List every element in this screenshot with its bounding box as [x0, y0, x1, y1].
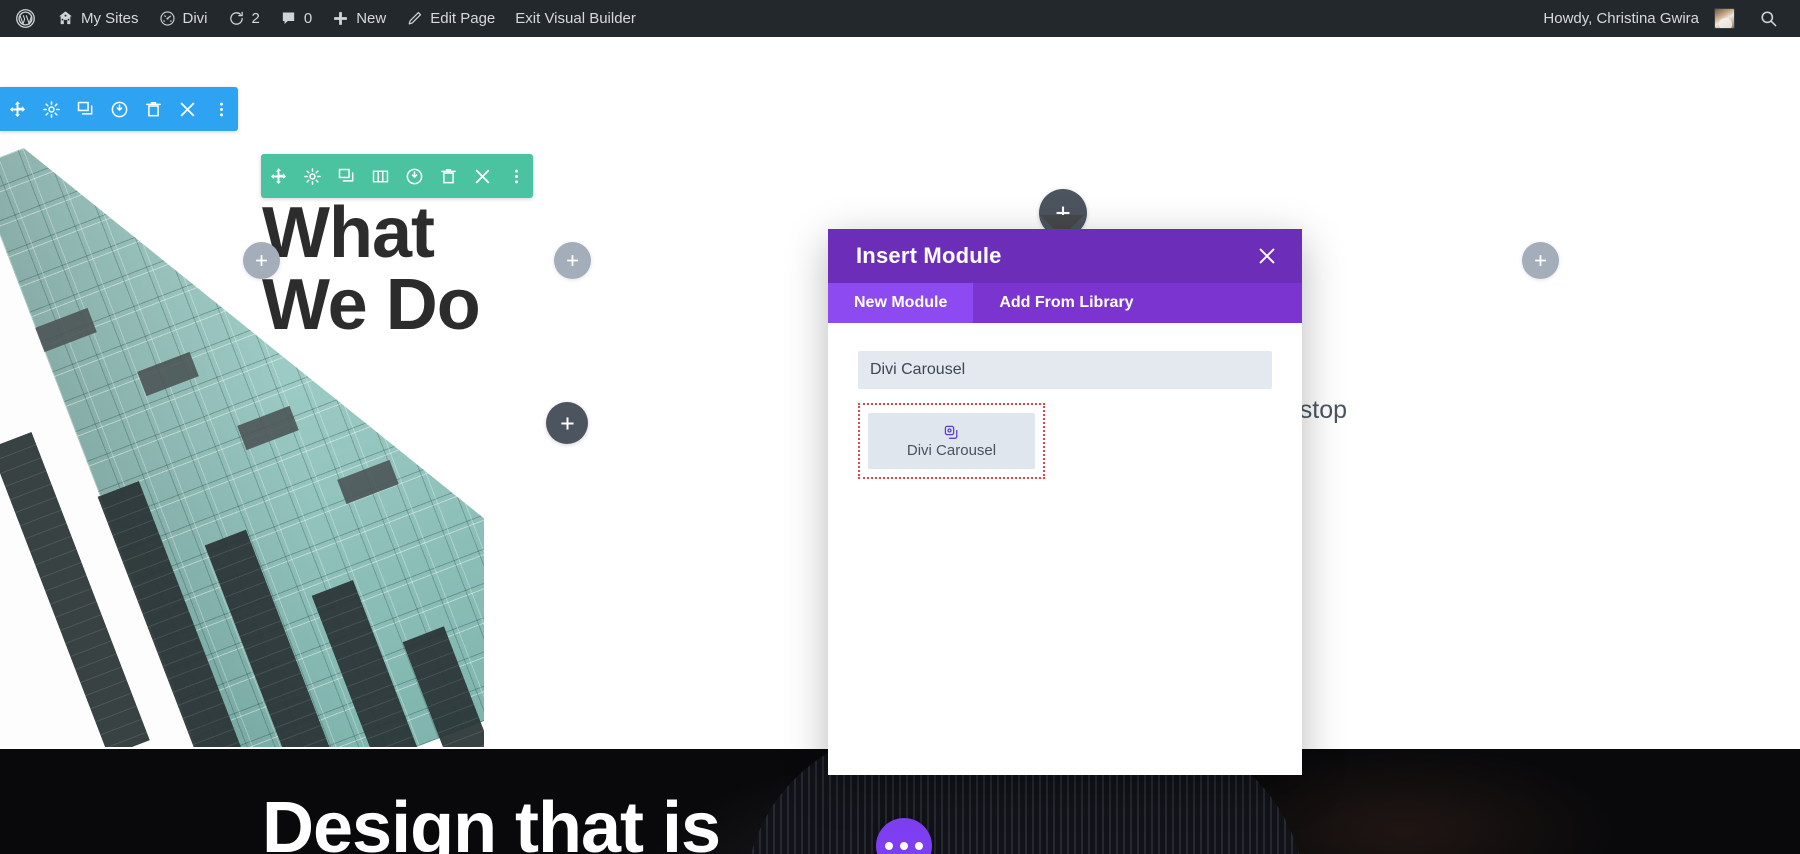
row-duplicate-icon[interactable] — [329, 154, 363, 198]
visual-builder-canvas: What We Do nd we’ll never stop esult — [0, 37, 1800, 854]
ellipsis-icon — [885, 842, 893, 850]
admin-bar-item-edit-page[interactable]: Edit Page — [396, 0, 505, 37]
section-close-icon[interactable] — [170, 87, 204, 131]
admin-bar-label: Exit Visual Builder — [515, 10, 636, 27]
module-card-divi-carousel[interactable]: Divi Carousel — [868, 413, 1035, 469]
section-trash-icon[interactable] — [136, 87, 170, 131]
divi-speedometer-icon — [159, 10, 176, 27]
module-card-selected-outline: Divi Carousel — [858, 403, 1045, 479]
screen: My Sites Divi 2 0 New Edit Page Exit Vis… — [0, 0, 1800, 854]
admin-bar-item-new[interactable]: New — [322, 0, 396, 37]
ellipsis-icon — [900, 842, 908, 850]
add-module-right-button[interactable] — [1522, 242, 1559, 279]
plus-icon — [332, 10, 349, 27]
sites-icon — [57, 10, 74, 27]
search-input[interactable] — [858, 351, 1272, 389]
admin-bar-item-my-sites[interactable]: My Sites — [47, 0, 149, 37]
page-title: What We Do — [262, 193, 481, 345]
admin-bar-item-updates[interactable]: 2 — [218, 0, 270, 37]
admin-bar-label: New — [356, 10, 387, 27]
tab-add-from-library[interactable]: Add From Library — [973, 283, 1159, 323]
row-power-icon[interactable] — [397, 154, 431, 198]
divi-carousel-icon — [943, 423, 960, 441]
row-columns-icon[interactable] — [363, 154, 397, 198]
comments-icon — [280, 10, 297, 27]
wordpress-logo-icon — [15, 8, 36, 29]
admin-bar-search-button[interactable] — [1745, 0, 1790, 37]
wordpress-logo-button[interactable] — [6, 0, 47, 37]
row-toolbar[interactable] — [261, 154, 533, 198]
section-move-icon[interactable] — [0, 87, 34, 131]
admin-bar-item-comments[interactable]: 0 — [270, 0, 322, 37]
module-card-label: Divi Carousel — [906, 442, 997, 459]
admin-bar-label: Edit Page — [430, 10, 496, 27]
section-gear-icon[interactable] — [34, 87, 68, 131]
row-close-icon[interactable] — [465, 154, 499, 198]
section-power-icon[interactable] — [102, 87, 136, 131]
section-toolbar[interactable] — [0, 87, 238, 131]
search-icon — [1759, 9, 1778, 28]
plus-icon — [256, 255, 267, 266]
add-module-mid-button[interactable] — [554, 242, 591, 279]
row-move-icon[interactable] — [261, 154, 295, 198]
row-more-options-icon[interactable] — [499, 154, 533, 198]
ellipsis-icon — [915, 842, 923, 850]
plus-icon — [567, 255, 578, 266]
plus-icon — [560, 416, 574, 430]
module-list: Divi Carousel — [858, 403, 1272, 479]
admin-bar-label: Divi — [182, 10, 208, 27]
admin-bar-item-divi[interactable]: Divi — [149, 0, 218, 37]
admin-bar-item-exit-visual-builder[interactable]: Exit Visual Builder — [505, 0, 646, 37]
row-trash-icon[interactable] — [431, 154, 465, 198]
section-more-options-icon[interactable] — [204, 87, 238, 131]
howdy-label: Howdy, Christina Gwira — [1543, 10, 1699, 27]
dark-section-heading: Design that is — [262, 788, 721, 854]
modal-title: Insert Module — [856, 243, 1002, 268]
admin-bar-left: My Sites Divi 2 0 New Edit Page Exit Vis… — [0, 0, 646, 37]
admin-bar-label: 0 — [303, 10, 313, 27]
admin-bar-account[interactable]: Howdy, Christina Gwira — [1533, 0, 1745, 37]
modal-header: Insert Module — [828, 229, 1302, 283]
updates-icon — [228, 10, 245, 27]
admin-bar-right: Howdy, Christina Gwira — [1533, 0, 1800, 37]
admin-bar-label: My Sites — [81, 10, 139, 27]
tab-new-module[interactable]: New Module — [828, 283, 974, 323]
modal-body: Divi Carousel — [828, 323, 1302, 775]
add-row-button[interactable] — [546, 402, 588, 444]
section-duplicate-icon[interactable] — [68, 87, 102, 131]
row-gear-icon[interactable] — [295, 154, 329, 198]
close-icon[interactable] — [1254, 243, 1280, 269]
avatar — [1714, 8, 1735, 29]
add-module-left-button[interactable] — [243, 242, 280, 279]
insert-module-modal: Insert Module New Module Add From Librar… — [828, 229, 1302, 775]
modal-tabs: New Module Add From Library — [828, 283, 1302, 323]
plus-icon — [1535, 255, 1546, 266]
pencil-icon — [406, 10, 423, 27]
wp-admin-bar: My Sites Divi 2 0 New Edit Page Exit Vis… — [0, 0, 1800, 37]
admin-bar-label: 2 — [251, 10, 260, 27]
